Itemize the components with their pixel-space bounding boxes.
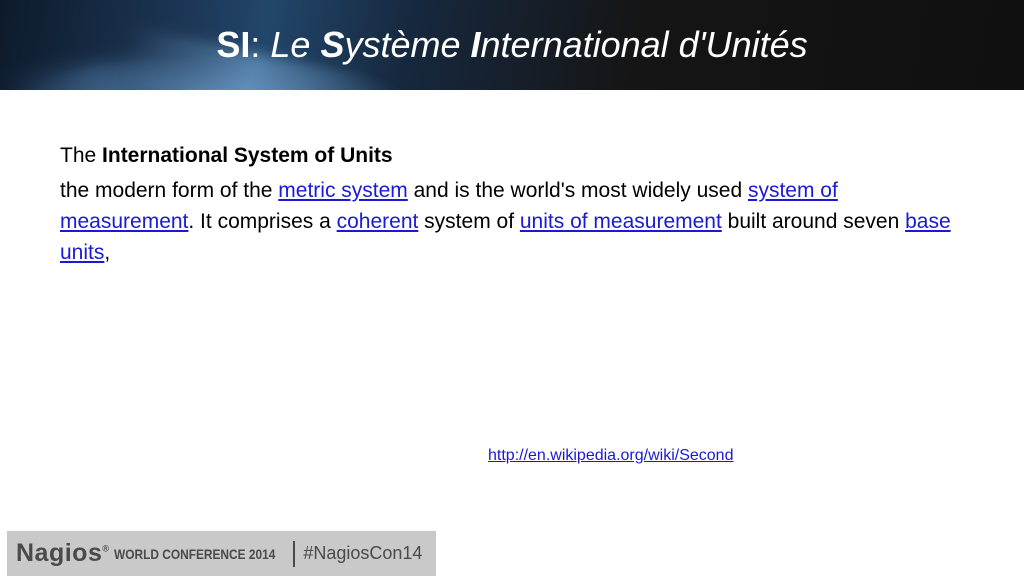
body-paragraph: the modern form of the metric system and…: [60, 175, 960, 268]
title-ysteme: ystème: [344, 24, 471, 65]
conference-name: WORLD CONFERENCE 2014: [113, 545, 275, 562]
title-i: I: [470, 24, 481, 65]
paragraph-text: . It comprises a: [188, 210, 337, 233]
paragraph-text: ,: [104, 241, 111, 264]
paragraph-text: the modern form of the: [60, 179, 279, 202]
coherent-link[interactable]: coherent: [337, 210, 419, 233]
title-colon: :: [250, 24, 271, 65]
registered-mark: ®: [102, 543, 110, 554]
footer-badge: Nagios® WORLD CONFERENCE 2014 #NagiosCon…: [7, 531, 436, 576]
slide-body: The International System of Units the mo…: [60, 140, 960, 268]
title-si: SI: [216, 24, 251, 65]
units-of-measurement-link[interactable]: units of measurement: [520, 210, 722, 233]
paragraph-text: built around seven: [721, 210, 906, 233]
title-le: Le: [270, 24, 321, 65]
slide: SI: Le Système International d'Unités Th…: [0, 0, 1024, 576]
paragraph-text: and is the world's most widely used: [407, 179, 748, 202]
heading-bold: International System of Units: [102, 144, 393, 167]
conference-hashtag: #NagiosCon14: [303, 543, 423, 563]
footer-divider: [293, 540, 296, 567]
slide-title: SI: Le Système International d'Unités: [0, 0, 1024, 90]
metric-system-link[interactable]: metric system: [278, 179, 408, 202]
nagios-logo-text: Nagios: [16, 539, 103, 567]
body-heading: The International System of Units: [60, 140, 960, 171]
title-s: S: [320, 24, 345, 65]
source-url-link[interactable]: http://en.wikipedia.org/wiki/Second: [488, 447, 733, 465]
paragraph-text: system of: [418, 210, 520, 233]
heading-prefix: The: [60, 144, 103, 167]
title-bar: SI: Le Système International d'Unités: [0, 0, 1024, 90]
title-rest: nternational d'Unités: [480, 24, 808, 65]
nagios-logo: Nagios®: [16, 539, 110, 568]
